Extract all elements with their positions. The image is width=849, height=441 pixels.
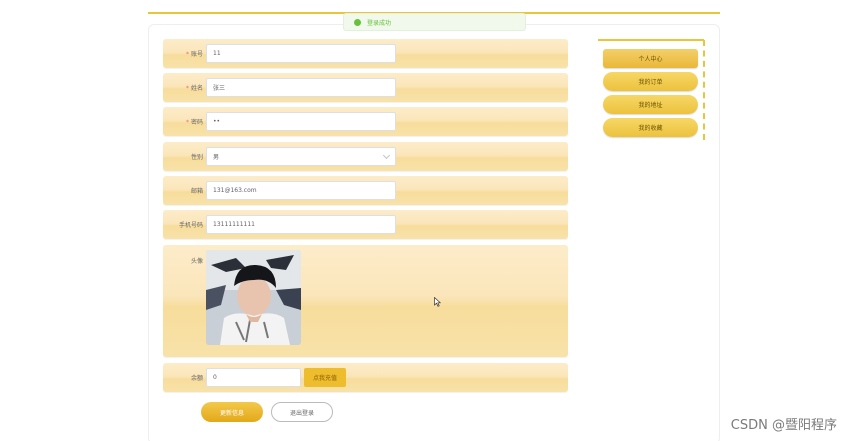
name-input[interactable]: 张三 [206, 78, 396, 97]
name-row: * 姓名 张三 [163, 73, 568, 102]
gender-label: 性别 [190, 154, 203, 161]
name-label: * 姓名 [185, 85, 203, 92]
sidebar-item-address[interactable]: 我的地址 [603, 95, 698, 114]
balance-input[interactable]: 0 [206, 368, 301, 387]
account-input[interactable]: 11 [206, 44, 396, 63]
email-label: 邮箱 [190, 188, 203, 195]
balance-label: 余额 [190, 375, 203, 382]
sidebar-item-favorites[interactable]: 我的收藏 [603, 118, 698, 137]
success-icon [354, 18, 361, 26]
pointer-icon [434, 297, 441, 307]
sidebar-top-border [598, 39, 704, 41]
password-row: * 密码 •• [163, 107, 568, 136]
avatar-image[interactable] [206, 250, 301, 345]
gender-select[interactable]: 男 [206, 147, 396, 166]
csdn-watermark: CSDN @暨阳程序 [730, 418, 837, 433]
page: 登录成功 * 账号 11 * 姓名 张三 * 密码 •• 性别 男 邮箱 131@16… [0, 0, 849, 441]
sidebar-item-orders[interactable]: 我的订单 [603, 72, 698, 91]
password-input[interactable]: •• [206, 112, 396, 131]
avatar-label: 头像 [190, 258, 203, 265]
phone-input[interactable]: 13111111111 [206, 215, 396, 234]
password-label: * 密码 [185, 119, 203, 126]
phone-label: 手机号码 [178, 222, 203, 229]
email-input[interactable]: 131@163.com [206, 181, 396, 200]
logout-button[interactable]: 退出登录 [271, 402, 333, 422]
recharge-button[interactable]: 点我充值 [304, 368, 346, 387]
balance-row: 余额 0 点我充值 [163, 363, 568, 392]
update-info-button[interactable]: 更新信息 [201, 402, 263, 422]
account-label: * 账号 [185, 51, 203, 58]
success-toast: 登录成功 [343, 13, 526, 31]
sidebar-item-profile[interactable]: 个人中心 [603, 49, 698, 68]
gender-row: 性别 男 [163, 142, 568, 171]
chevron-down-icon [382, 151, 391, 160]
phone-row: 手机号码 13111111111 [163, 210, 568, 239]
sidebar-right-border [703, 40, 705, 140]
avatar-row: 头像 [163, 245, 568, 357]
email-row: 邮箱 131@163.com [163, 176, 568, 205]
toast-message: 登录成功 [367, 19, 392, 27]
avatar-photo [206, 250, 301, 345]
account-row: * 账号 11 [163, 39, 568, 68]
